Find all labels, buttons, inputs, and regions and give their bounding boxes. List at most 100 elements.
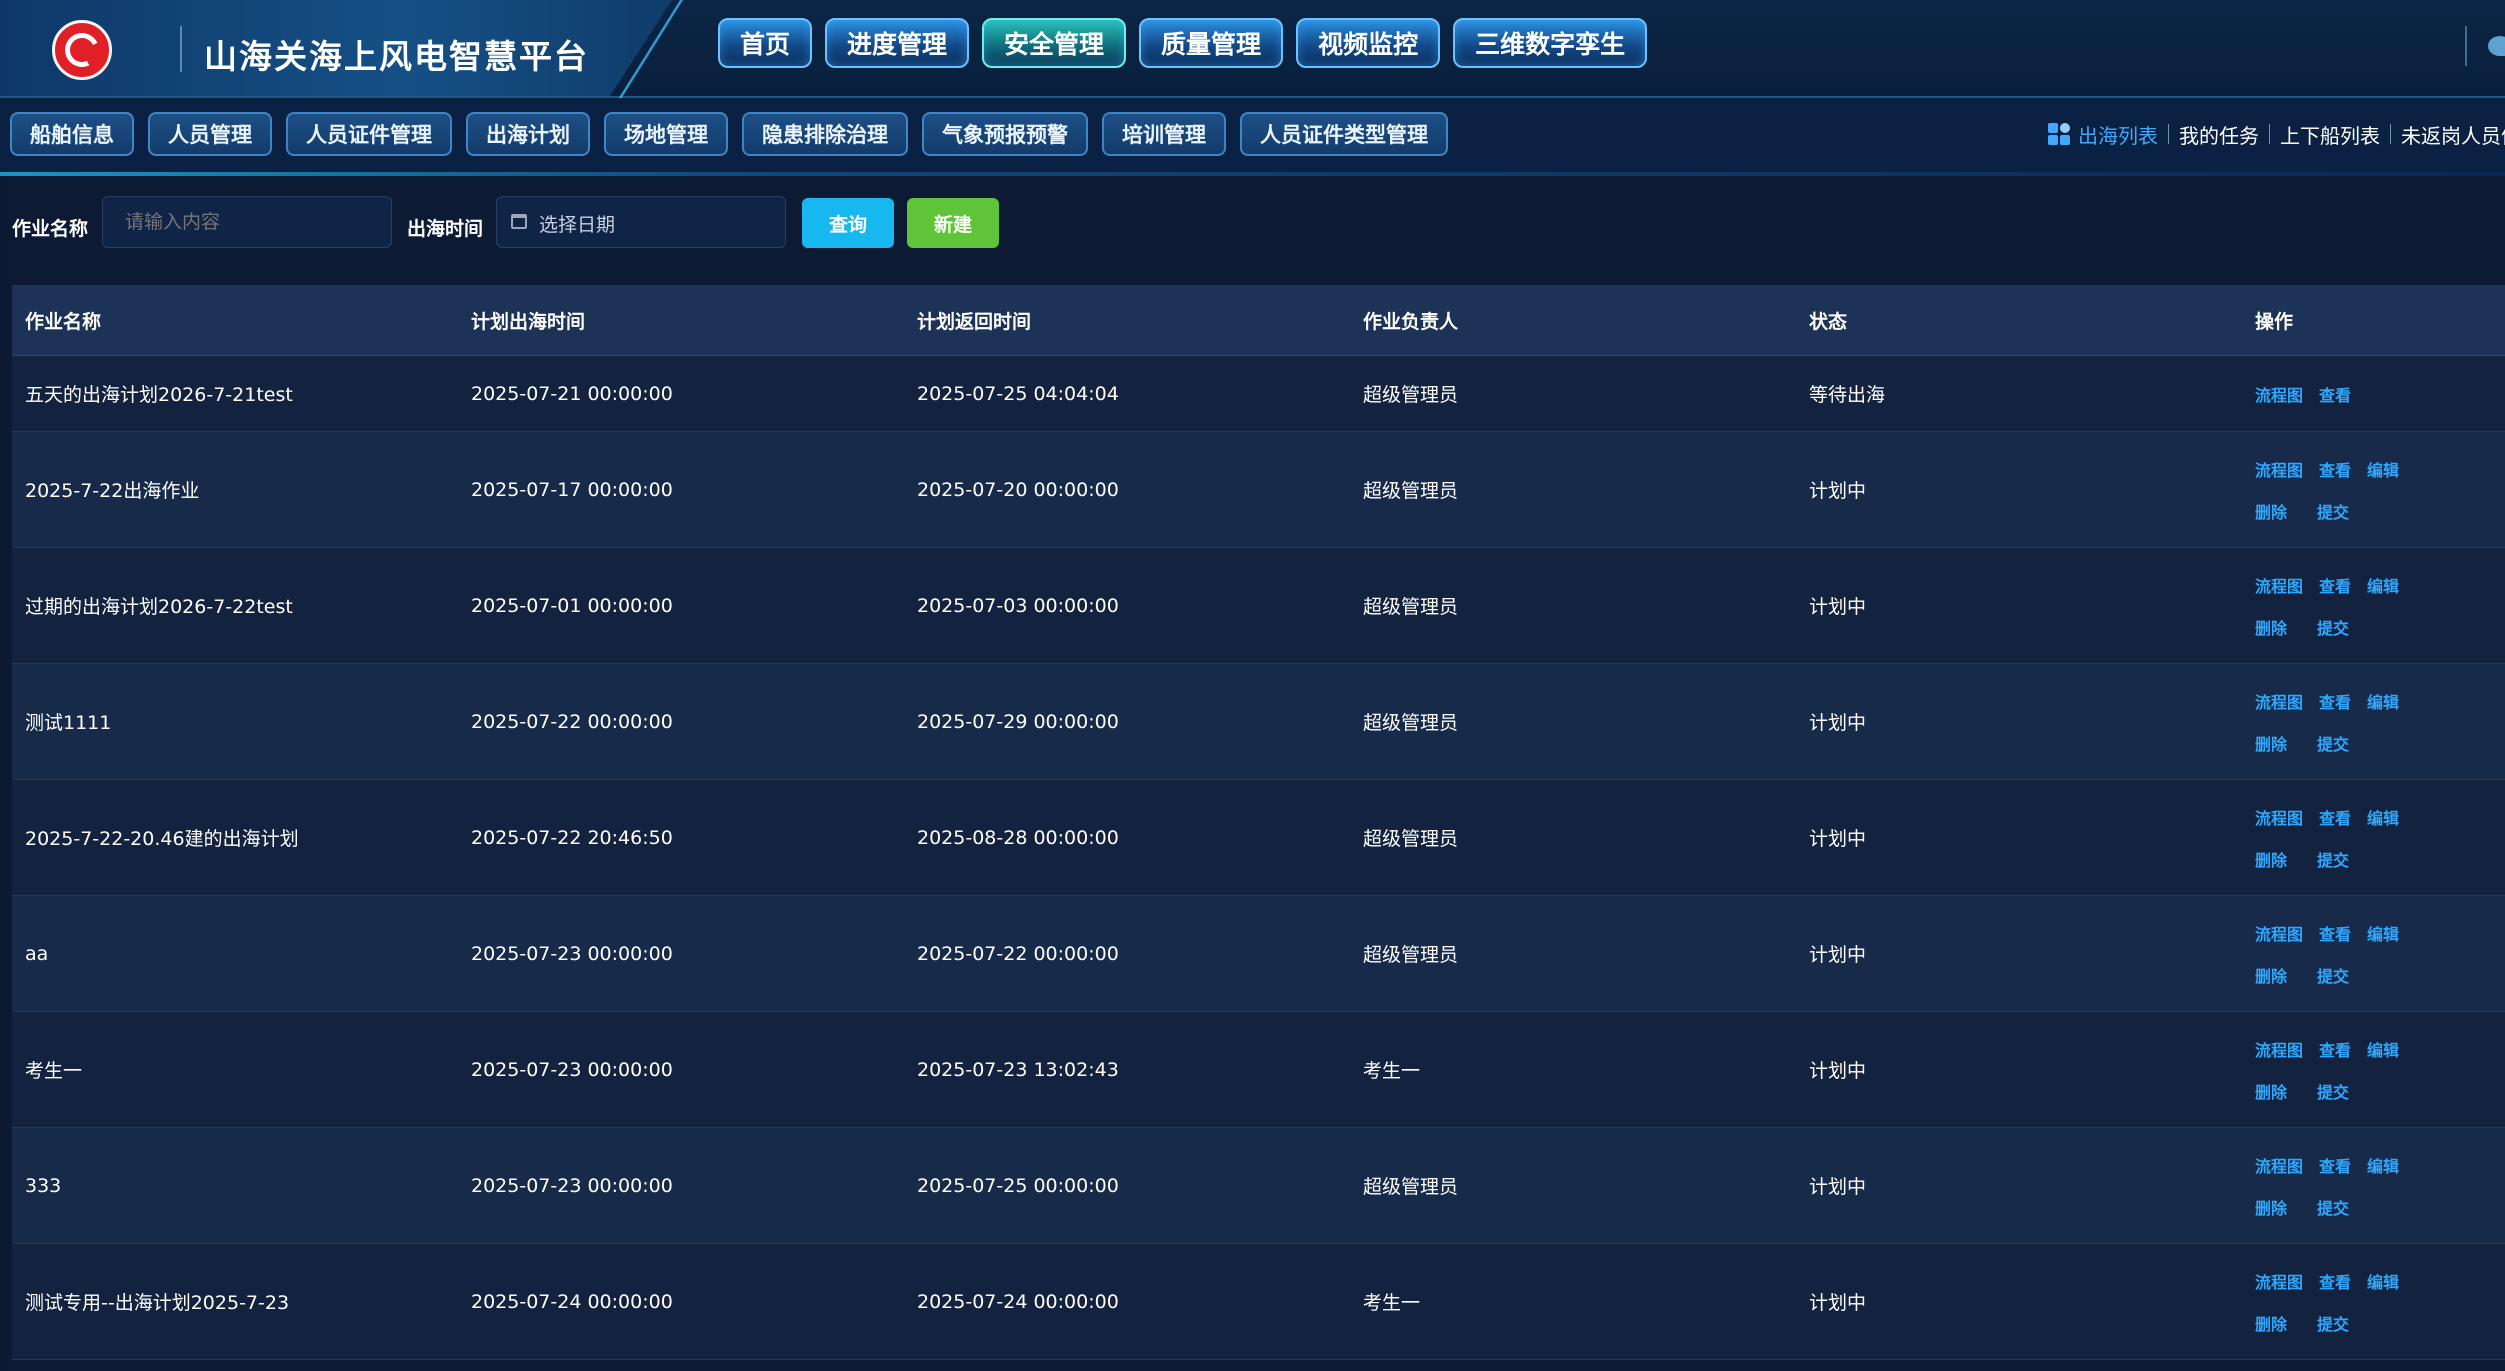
delete-link[interactable]: 删除: [2255, 847, 2287, 871]
topnav-item[interactable]: 进度管理: [825, 18, 970, 68]
cell-depart-time: 2025-07-23 00:00:00: [471, 942, 673, 965]
cell-return-time: 2025-07-25 04:04:04: [917, 382, 1119, 405]
view-link[interactable]: 出海列表: [2078, 120, 2168, 149]
flowchart-link[interactable]: 流程图: [2255, 382, 2303, 406]
cell-actions: 流程图 查看 编辑删除 提交: [2242, 573, 2505, 639]
view-link[interactable]: 查看: [2319, 382, 2351, 406]
module-tab[interactable]: 培训管理: [1102, 112, 1226, 156]
edit-link[interactable]: 编辑: [2367, 1153, 2399, 1177]
delete-link[interactable]: 删除: [2255, 1311, 2287, 1335]
flowchart-link[interactable]: 流程图: [2255, 805, 2303, 829]
view-link[interactable]: 查看: [2319, 457, 2351, 481]
topnav-item[interactable]: 三维数字孪生: [1453, 18, 1648, 68]
edit-link[interactable]: 编辑: [2367, 1269, 2399, 1293]
cell-status: 计划中: [1809, 712, 1867, 734]
cell-return-time: 2025-08-28 00:00:00: [917, 826, 1119, 849]
topnav-item[interactable]: 首页: [718, 18, 813, 68]
query-button[interactable]: 查询: [802, 198, 894, 248]
submit-link[interactable]: 提交: [2317, 499, 2349, 523]
table-row: 333 2025-07-23 00:00:00 2025-07-25 00:00:0…: [12, 1128, 2505, 1244]
edit-link[interactable]: 编辑: [2367, 689, 2399, 713]
submit-link[interactable]: 提交: [2317, 1311, 2349, 1335]
delete-link[interactable]: 删除: [2255, 731, 2287, 755]
table-row: aa 2025-07-23 00:00:00 2025-07-22 00:00:00…: [12, 896, 2505, 1012]
action-links: 流程图 查看: [2255, 382, 2455, 406]
module-tab[interactable]: 人员证件管理: [286, 112, 452, 156]
module-tab[interactable]: 出海计划: [466, 112, 590, 156]
cell-depart-time: 2025-07-24 00:00:00: [471, 1290, 673, 1313]
module-tab[interactable]: 气象预报预警: [922, 112, 1088, 156]
submit-link[interactable]: 提交: [2317, 847, 2349, 871]
cell-task-name: 2025-7-22出海作业: [25, 480, 200, 502]
submit-link[interactable]: 提交: [2317, 1079, 2349, 1103]
delete-link[interactable]: 删除: [2255, 1079, 2287, 1103]
delete-link[interactable]: 删除: [2255, 963, 2287, 987]
cell-return-time: 2025-07-03 00:00:00: [917, 594, 1119, 617]
cell-status: 计划中: [1809, 1060, 1867, 1082]
cell-owner: 考生一: [1363, 1060, 1421, 1082]
logo-divider: [180, 26, 182, 72]
view-link[interactable]: 查看: [2319, 921, 2351, 945]
view-link[interactable]: 我的任务: [2169, 120, 2269, 149]
delete-link[interactable]: 删除: [2255, 1195, 2287, 1219]
table-row: 测试1111 2025-07-22 00:00:00 2025-07-29 00:0…: [12, 664, 2505, 780]
table-row: 2025-7-22出海作业 2025-07-17 00:00:00 2025-07-…: [12, 432, 2505, 548]
view-link[interactable]: 上下船列表: [2270, 120, 2390, 149]
cell-status: 计划中: [1809, 596, 1867, 618]
edit-link[interactable]: 编辑: [2367, 921, 2399, 945]
view-link[interactable]: 未返岗人员信息: [2391, 120, 2505, 149]
module-tab[interactable]: 场地管理: [604, 112, 728, 156]
submit-link[interactable]: 提交: [2317, 1195, 2349, 1219]
cell-task-name: 测试专用--出海计划2025-7-23: [25, 1292, 290, 1314]
view-link[interactable]: 查看: [2319, 1269, 2351, 1293]
flowchart-link[interactable]: 流程图: [2255, 573, 2303, 597]
cell-owner: 超级管理员: [1363, 828, 1459, 850]
sea-plan-table: 作业名称 计划出海时间 计划返回时间 作业负责人 状态 操作 五天的出海计划2026-7-…: [12, 285, 2505, 1360]
action-links: 流程图 查看 编辑删除 提交: [2255, 1153, 2455, 1219]
sub-navigation-underline: [0, 172, 2505, 176]
delete-link[interactable]: 删除: [2255, 615, 2287, 639]
action-links: 流程图 查看 编辑删除 提交: [2255, 1037, 2455, 1103]
user-menu-icon[interactable]: [2488, 36, 2505, 56]
submit-link[interactable]: 提交: [2317, 615, 2349, 639]
submit-link[interactable]: 提交: [2317, 963, 2349, 987]
flowchart-link[interactable]: 流程图: [2255, 921, 2303, 945]
edit-link[interactable]: 编辑: [2367, 573, 2399, 597]
topnav-item[interactable]: 安全管理: [982, 18, 1127, 68]
view-link[interactable]: 查看: [2319, 1153, 2351, 1177]
logo-icon[interactable]: [52, 20, 112, 80]
cell-owner: 超级管理员: [1363, 596, 1459, 618]
module-tab[interactable]: 人员证件类型管理: [1240, 112, 1448, 156]
topnav-item[interactable]: 视频监控: [1296, 18, 1441, 68]
flowchart-link[interactable]: 流程图: [2255, 1269, 2303, 1293]
delete-link[interactable]: 删除: [2255, 499, 2287, 523]
new-button[interactable]: 新建: [907, 198, 999, 248]
module-tab[interactable]: 人员管理: [148, 112, 272, 156]
module-tab[interactable]: 船舶信息: [10, 112, 134, 156]
view-link[interactable]: 查看: [2319, 689, 2351, 713]
view-link[interactable]: 查看: [2319, 805, 2351, 829]
left-edge: [0, 176, 10, 1371]
topnav-item[interactable]: 质量管理: [1139, 18, 1284, 68]
flowchart-link[interactable]: 流程图: [2255, 1153, 2303, 1177]
edit-link[interactable]: 编辑: [2367, 457, 2399, 481]
column-header: 计划返回时间: [917, 310, 1032, 333]
flowchart-link[interactable]: 流程图: [2255, 689, 2303, 713]
view-link[interactable]: 查看: [2319, 1037, 2351, 1061]
view-links: 出海列表我的任务上下船列表未返岗人员信息: [2048, 118, 2505, 150]
cell-status: 等待出海: [1809, 384, 1886, 406]
module-tab[interactable]: 隐患排除治理: [742, 112, 908, 156]
action-links: 流程图 查看 编辑删除 提交: [2255, 689, 2455, 755]
table-row: 五天的出海计划2026-7-21test 2025-07-21 00:00:00 2…: [12, 356, 2505, 432]
top-navigation: 首页 进度管理 安全管理 质量管理 视频监控 三维数字孪生: [718, 18, 1648, 68]
submit-link[interactable]: 提交: [2317, 731, 2349, 755]
cell-depart-time: 2025-07-22 00:00:00: [471, 710, 673, 733]
edit-link[interactable]: 编辑: [2367, 805, 2399, 829]
view-link[interactable]: 查看: [2319, 573, 2351, 597]
flowchart-link[interactable]: 流程图: [2255, 1037, 2303, 1061]
app-header: 山海关海上风电智慧平台 首页 进度管理 安全管理 质量管理 视频监控 三维数字孪生: [0, 0, 2505, 100]
departure-date-picker[interactable]: 选择日期: [496, 196, 786, 248]
edit-link[interactable]: 编辑: [2367, 1037, 2399, 1061]
flowchart-link[interactable]: 流程图: [2255, 457, 2303, 481]
task-name-input[interactable]: [102, 196, 392, 248]
